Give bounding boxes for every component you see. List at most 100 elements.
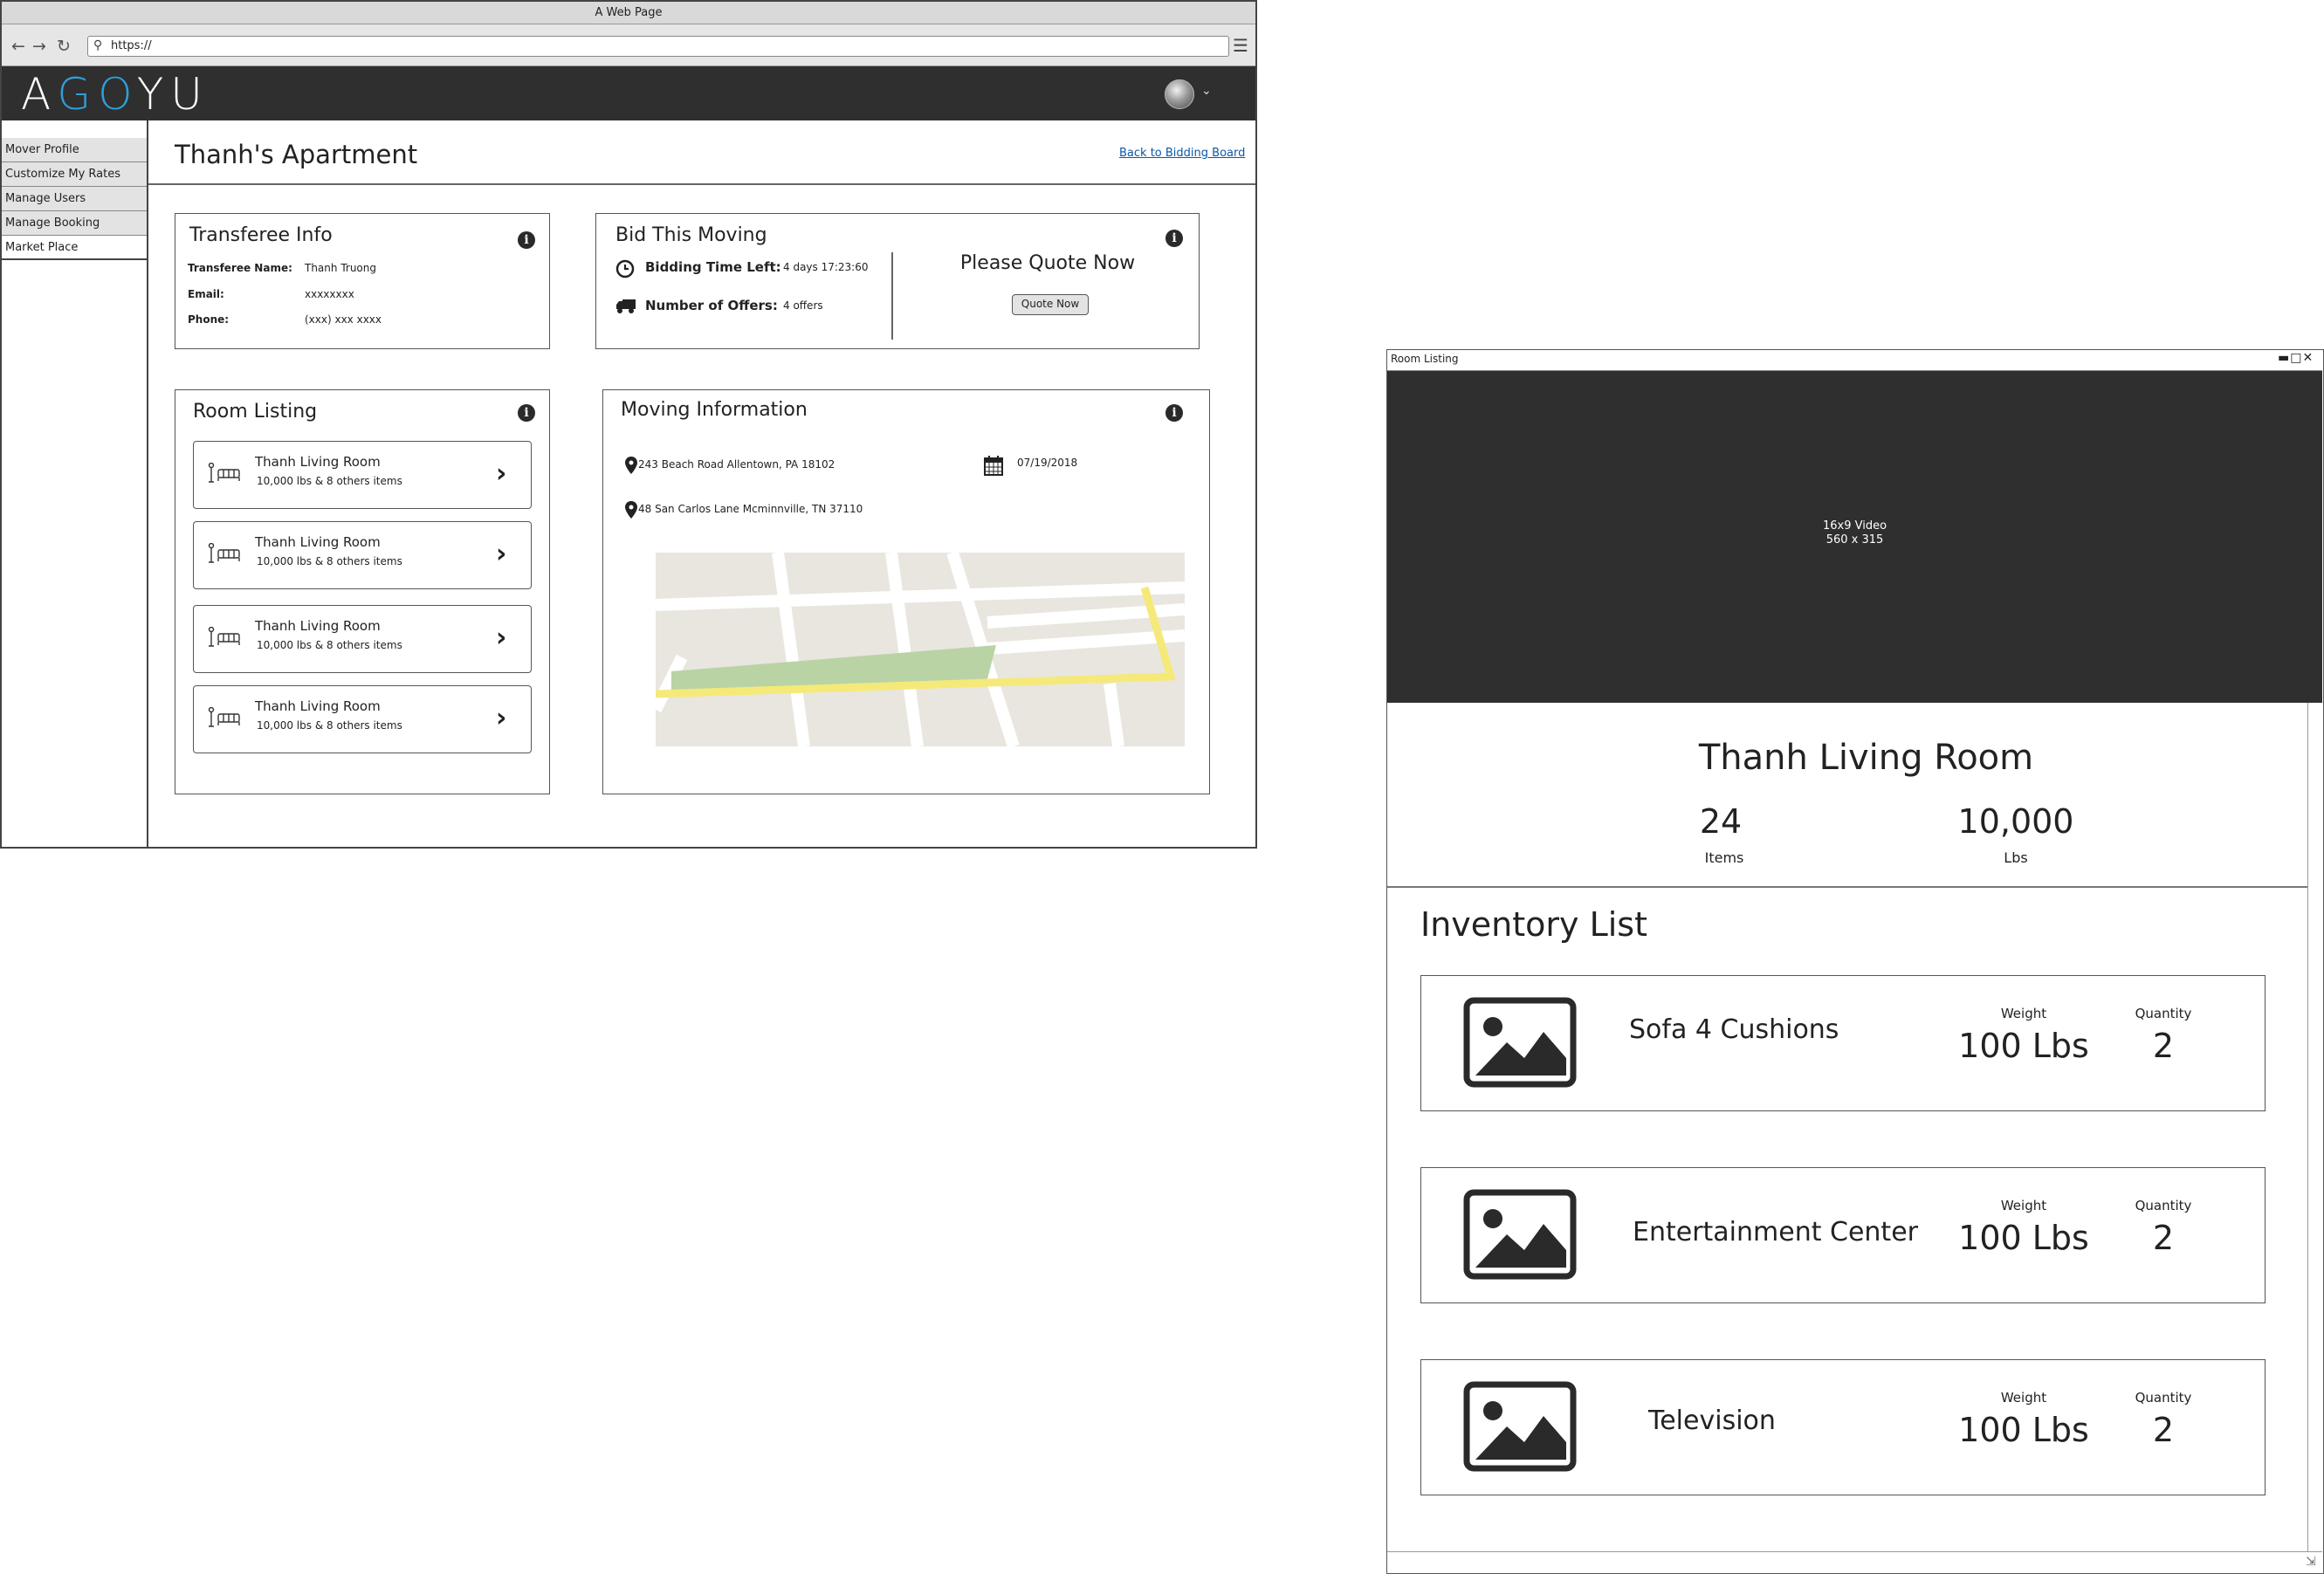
- info-icon[interactable]: i: [518, 231, 535, 249]
- inventory-title: Inventory List: [1420, 905, 1648, 944]
- item-name: Sofa 4 Cushions: [1629, 1014, 1839, 1045]
- quantity-label: Quantity: [2135, 1198, 2192, 1213]
- close-icon[interactable]: ✕: [2302, 351, 2314, 365]
- sidebar-item-market-place[interactable]: Market Place: [2, 236, 147, 260]
- field-label: Number of Offers:: [645, 298, 778, 313]
- logo-letter: G: [57, 69, 99, 120]
- agoyu-logo[interactable]: AGOYU: [21, 70, 210, 119]
- sidebar-item-booking-requests[interactable]: Manage Booking Requests: [2, 211, 147, 254]
- image-placeholder-icon: [1463, 1189, 1577, 1280]
- chevron-right-icon[interactable]: ›: [496, 623, 506, 653]
- user-avatar[interactable]: [1165, 79, 1194, 109]
- logo-letter: A: [21, 69, 58, 120]
- room-card[interactable]: Thanh Living Room 10,000 lbs & 8 others …: [193, 685, 532, 753]
- furniture-icon: [208, 543, 240, 563]
- field-label: Phone:: [188, 313, 230, 326]
- item-name: Entertainment Center: [1633, 1217, 1918, 1248]
- video-player[interactable]: 16x9 Video 560 x 315: [1387, 371, 2322, 703]
- maximize-icon[interactable]: □: [2290, 351, 2302, 365]
- room-summary: 10,000 lbs & 8 others items: [257, 719, 402, 732]
- browser-title: A Web Page: [595, 6, 663, 19]
- weight-label: Weight: [2000, 1198, 2047, 1213]
- info-icon[interactable]: i: [1165, 230, 1183, 247]
- transferee-name-value: Thanh Truong: [305, 262, 376, 274]
- resize-handle-icon[interactable]: ⇲: [2306, 1555, 2316, 1569]
- video-label-line: 560 x 315: [1826, 533, 1884, 546]
- image-placeholder-icon: [1463, 997, 1577, 1088]
- hamburger-menu-icon[interactable]: ☰: [1233, 37, 1248, 54]
- chevron-right-icon[interactable]: ›: [496, 459, 506, 489]
- info-icon[interactable]: i: [1165, 404, 1183, 422]
- room-title: Thanh Living Room: [1698, 738, 2034, 778]
- url-text: https://: [111, 39, 152, 52]
- reload-icon[interactable]: ↻: [54, 37, 73, 56]
- info-icon[interactable]: i: [518, 404, 535, 422]
- email-value: xxxxxxxx: [305, 288, 354, 300]
- item-quantity: 2: [2152, 1219, 2175, 1257]
- room-card[interactable]: Thanh Living Room 10,000 lbs & 8 others …: [193, 605, 532, 673]
- window-title-bar: Room Listing ▬□✕: [1387, 350, 2322, 371]
- vertical-scrollbar[interactable]: [2307, 703, 2322, 1554]
- sidebar-item-manage-users[interactable]: Manage Users: [2, 187, 147, 211]
- item-weight: 100 Lbs: [1958, 1411, 2089, 1449]
- room-summary: 10,000 lbs & 8 others items: [257, 639, 402, 651]
- map-pin-icon: [625, 501, 637, 519]
- video-label-line: 16x9 Video: [1822, 519, 1887, 533]
- divider: [148, 183, 1255, 185]
- furniture-icon: [208, 463, 240, 483]
- offers-value: 4 offers: [783, 299, 823, 312]
- panel-title: Bid This Moving: [615, 224, 767, 246]
- minimize-icon[interactable]: ▬: [2278, 351, 2290, 365]
- map-pin-icon: [625, 457, 637, 474]
- item-weight: 100 Lbs: [1958, 1027, 2089, 1065]
- back-to-bidding-board-link[interactable]: Back to Bidding Board: [1119, 147, 1245, 160]
- panel-title: Transferee Info: [189, 224, 333, 246]
- room-listing-panel: Room Listing i Thanh Living Room 10,000 …: [175, 389, 550, 794]
- item-weight: 100 Lbs: [1958, 1219, 2089, 1257]
- room-card[interactable]: Thanh Living Room 10,000 lbs & 8 others …: [193, 441, 532, 509]
- quote-now-button[interactable]: Quote Now: [1012, 294, 1089, 315]
- room-summary: 10,000 lbs & 8 others items: [257, 475, 402, 487]
- field-label: Transferee Name:: [188, 262, 292, 274]
- sidebar-item-mover-profile[interactable]: Mover Profile: [2, 138, 147, 162]
- image-placeholder-icon: [1463, 1381, 1577, 1472]
- route-map[interactable]: [656, 553, 1185, 746]
- logo-letter: Y: [136, 69, 171, 120]
- forward-arrow-icon[interactable]: →: [30, 37, 49, 56]
- weight-label: Weight: [2000, 1006, 2047, 1021]
- item-quantity: 2: [2152, 1027, 2175, 1065]
- furniture-icon: [208, 627, 240, 647]
- room-card[interactable]: Thanh Living Room 10,000 lbs & 8 others …: [193, 521, 532, 589]
- room-summary: 10,000 lbs & 8 others items: [257, 555, 402, 567]
- clock-icon: [615, 259, 635, 278]
- weight-label: Weight: [2000, 1390, 2047, 1406]
- field-label: Bidding Time Left:: [645, 259, 781, 275]
- inventory-item[interactable]: Entertainment Center Weight 100 Lbs Quan…: [1420, 1167, 2266, 1303]
- room-name: Thanh Living Room: [255, 454, 381, 470]
- window-title: Room Listing: [1391, 353, 1459, 365]
- inventory-item[interactable]: Sofa 4 Cushions Weight 100 Lbs Quantity …: [1420, 975, 2266, 1111]
- chevron-right-icon[interactable]: ›: [496, 540, 506, 569]
- room-listing-window: Room Listing ▬□✕ 16x9 Video 560 x 315 Th…: [1386, 349, 2324, 1574]
- bid-panel: Bid This Moving i Bidding Time Left: 4 d…: [595, 213, 1200, 349]
- weight-label: Lbs: [2004, 849, 2028, 866]
- field-label: Email:: [188, 288, 224, 300]
- divider: [1387, 886, 2307, 888]
- chevron-down-icon[interactable]: ⌄: [1201, 84, 1212, 98]
- item-quantity: 2: [2152, 1411, 2175, 1449]
- quote-heading: Please Quote Now: [959, 252, 1136, 274]
- calendar-icon: [984, 456, 1003, 476]
- panel-title: Moving Information: [621, 399, 808, 421]
- window-controls: ▬□✕: [2278, 351, 2314, 365]
- room-name: Thanh Living Room: [255, 534, 381, 550]
- sidebar-item-customize-rates[interactable]: Customize My Rates: [2, 162, 147, 187]
- inventory-item[interactable]: Television Weight 100 Lbs Quantity 2: [1420, 1359, 2266, 1495]
- weight-total: 10,000: [1957, 802, 2074, 841]
- destination-address: 48 San Carlos Lane Mcminnville, TN 37110: [638, 503, 863, 515]
- back-arrow-icon[interactable]: ←: [9, 37, 28, 56]
- chevron-right-icon[interactable]: ›: [496, 704, 506, 733]
- panel-title: Room Listing: [193, 401, 318, 423]
- browser-title-bar: A Web Page: [2, 2, 1255, 24]
- horizontal-scrollbar[interactable]: [1387, 1551, 2322, 1573]
- address-bar[interactable]: ⚲ https://: [87, 36, 1229, 57]
